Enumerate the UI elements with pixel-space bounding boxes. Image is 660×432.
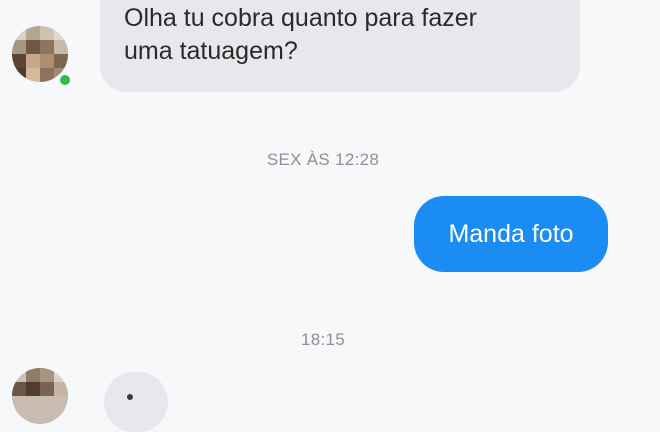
incoming-message-text: Olha tu cobra quanto para fazer uma tatu… [124, 4, 478, 65]
online-status-icon [57, 72, 73, 88]
contact-avatar-2[interactable] [12, 368, 68, 424]
chat-thread: Olha tu cobra quanto para fazer uma tatu… [0, 0, 660, 432]
partial-text-glyph [127, 394, 133, 400]
message-timestamp-2: 18:15 [300, 330, 346, 349]
incoming-message-bubble[interactable]: Olha tu cobra quanto para fazer uma tatu… [100, 0, 580, 92]
outgoing-message-bubble[interactable]: Manda foto [414, 196, 608, 272]
incoming-message-bubble-partial[interactable] [104, 372, 168, 432]
message-timestamp: SEX ÀS 12:28 [266, 150, 380, 169]
